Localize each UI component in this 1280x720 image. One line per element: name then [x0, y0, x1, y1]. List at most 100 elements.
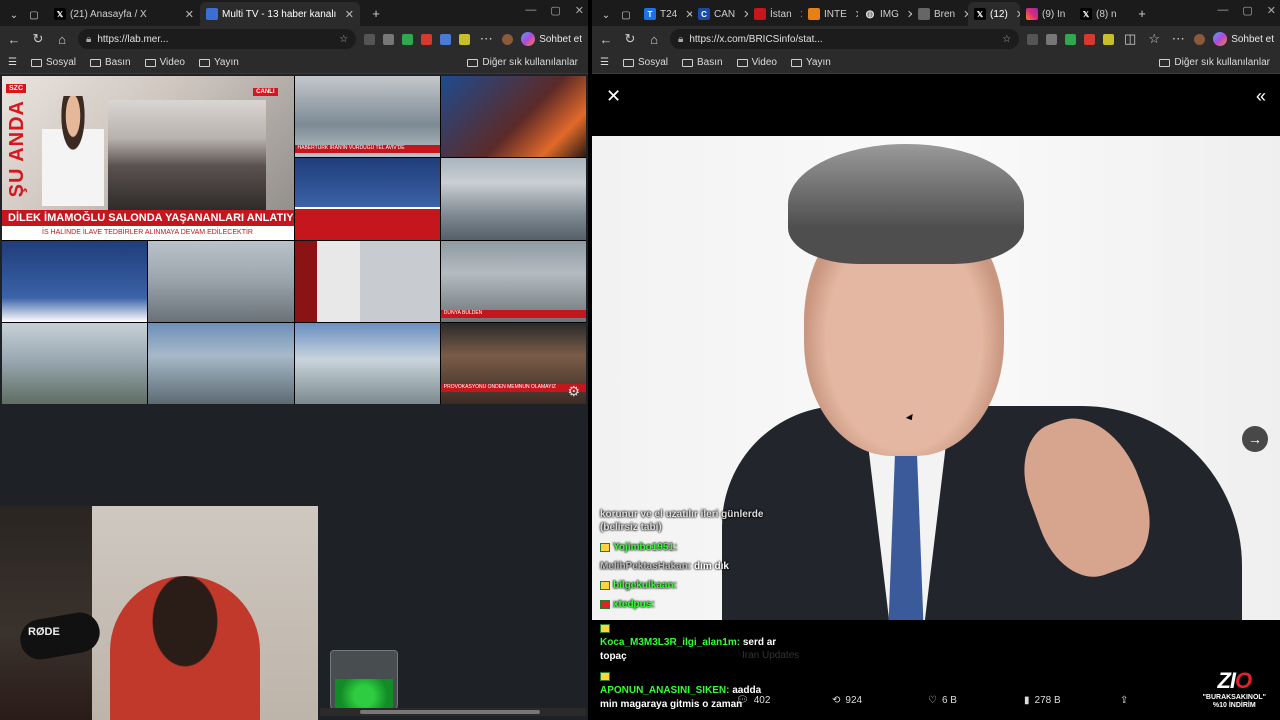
minimize-icon[interactable]: —	[525, 4, 536, 17]
close-window-icon[interactable]: ✕	[1267, 4, 1276, 17]
collapse-panel-icon[interactable]: «	[1256, 86, 1266, 107]
close-tab-icon[interactable]: ✕	[185, 8, 194, 21]
bookmark-folder-yayin[interactable]: Yayın	[790, 57, 831, 68]
more-icon[interactable]: ⋯	[478, 31, 494, 47]
extension-icon[interactable]	[1065, 33, 1077, 45]
chat-username: bilgekulkaan:	[613, 580, 677, 591]
tv-stream[interactable]: HABERTÜRK İRAN'IN VURDUĞU TEL AVİV'DE	[294, 76, 440, 158]
settings-gear-icon[interactable]: ⚙	[567, 383, 580, 400]
bookmark-label: Diğer sık kullanılanlar	[1174, 57, 1270, 68]
extension-icon[interactable]	[1046, 33, 1058, 45]
tv-stream[interactable]	[2, 322, 148, 404]
scrollbar-thumb[interactable]	[360, 710, 540, 714]
horizontal-scrollbar[interactable]	[320, 708, 586, 716]
tab-actions-icon[interactable]: ⌄	[6, 10, 22, 21]
extension-icon[interactable]	[383, 33, 395, 45]
address-bar[interactable]: 🔒︎ https://x.com/BRICSinfo/stat... ☆	[670, 29, 1020, 49]
live-badge: CANLI	[253, 88, 278, 96]
chat-badge-icon	[600, 599, 610, 609]
favorite-star-icon[interactable]: ☆	[1002, 34, 1011, 45]
repost-button[interactable]: ⟲ 924	[832, 695, 862, 706]
address-bar[interactable]: 🔒︎ https://lab.mer... ☆	[78, 29, 357, 49]
share-button[interactable]: ⇪	[1120, 695, 1128, 706]
bookmark-label: Basın	[696, 57, 723, 68]
home-icon[interactable]: ⌂	[646, 32, 662, 47]
tv-stream[interactable]: DÜNYA BÜLDEN	[440, 240, 586, 322]
tv-stream[interactable]	[440, 76, 586, 158]
refresh-icon[interactable]: ↻	[30, 31, 46, 47]
home-icon[interactable]: ⌂	[54, 32, 70, 47]
new-tab-icon[interactable]: +	[1134, 6, 1150, 21]
tv-main-stream[interactable]: SZC ŞU ANDA CANLI DİLEK İMAMOĞLU SALONDA…	[2, 76, 294, 240]
tab-home[interactable]: 𝕏 (21) Anasayfa / X ✕	[48, 2, 200, 26]
extension-icon[interactable]	[1027, 33, 1039, 45]
refresh-icon[interactable]: ↻	[622, 31, 638, 47]
favorites-icon[interactable]: ☆	[1146, 31, 1162, 47]
avatar[interactable]	[502, 33, 514, 45]
sohbet-label: Sohbet et	[539, 33, 582, 45]
tv-stream[interactable]	[440, 158, 586, 240]
tv-stream[interactable]	[148, 322, 294, 404]
minimize-icon[interactable]: —	[1217, 4, 1228, 17]
workspaces-icon[interactable]: ▢	[26, 10, 42, 21]
bookmark-folder-sosyal[interactable]: Sosyal	[30, 57, 76, 68]
tab-t24[interactable]: T T24 ✕	[638, 2, 692, 26]
close-tab-icon[interactable]: ✕	[685, 8, 692, 21]
tab-title: (12)	[990, 8, 1008, 20]
extension-icon[interactable]	[1084, 33, 1096, 45]
tab-istan[interactable]: İstan✕	[748, 2, 802, 26]
tab-x-active[interactable]: 𝕏(12)✕	[968, 2, 1020, 26]
tv-stream[interactable]	[294, 322, 440, 404]
sohbet-button[interactable]: Sohbet et	[1213, 32, 1274, 46]
tv-stream[interactable]	[148, 240, 294, 322]
bookmark-folder-basin[interactable]: Basın	[681, 57, 723, 68]
tv-stream[interactable]	[2, 240, 148, 322]
bookmarks-menu-icon[interactable]: ☰	[600, 57, 609, 68]
bookmark-folder-video[interactable]: Video	[736, 57, 777, 68]
other-favorites[interactable]: Diğer sık kullanılanlar	[467, 57, 578, 68]
bookmark-folder-basin[interactable]: Basın	[89, 57, 131, 68]
extension-icon[interactable]	[402, 33, 414, 45]
tab-multi-tv[interactable]: Multi TV - 13 haber kanalını aynı a ✕	[200, 2, 360, 26]
favorite-star-icon[interactable]: ☆	[339, 34, 348, 45]
views-button[interactable]: ▮ 278 B	[1024, 695, 1061, 706]
like-button[interactable]: ♡ 6 B	[928, 695, 957, 706]
tab-can[interactable]: C CAN ✕	[692, 2, 748, 26]
bookmark-folder-yayin[interactable]: Yayın	[198, 57, 239, 68]
tab-instagram[interactable]: (9) In✕	[1020, 2, 1074, 26]
split-screen-icon[interactable]: ◫	[1122, 31, 1138, 47]
stream-banner: PROVOKASYONU ÖNDEN MEMNUN OLAMAYIZ	[440, 384, 586, 392]
tv-stream[interactable]	[294, 240, 440, 322]
sohbet-button[interactable]: Sohbet et	[521, 32, 582, 46]
maximize-icon[interactable]: ▢	[1242, 4, 1252, 17]
extension-icon[interactable]	[421, 33, 433, 45]
extension-icon[interactable]	[364, 33, 376, 45]
extension-icon[interactable]	[1103, 33, 1115, 45]
reply-button[interactable]: 💬︎ 402	[736, 695, 770, 706]
tab-actions-icon[interactable]: ⌄	[598, 10, 614, 21]
close-tab-icon[interactable]: ✕	[1125, 8, 1126, 21]
extension-icon[interactable]	[440, 33, 452, 45]
workspaces-icon[interactable]: ▢	[618, 10, 634, 21]
maximize-icon[interactable]: ▢	[550, 4, 560, 17]
close-window-icon[interactable]: ✕	[575, 4, 584, 17]
more-icon[interactable]: ⋯	[1170, 31, 1186, 47]
bookmark-folder-video[interactable]: Video	[144, 57, 185, 68]
tab-img[interactable]: ◍ IMG ✕	[858, 2, 912, 26]
tab-x[interactable]: 𝕏 (8) n ✕	[1074, 2, 1126, 26]
tab-bren[interactable]: Bren ✕	[912, 2, 968, 26]
next-image-icon[interactable]: →	[1242, 426, 1268, 452]
bookmarks-menu-icon[interactable]: ☰	[8, 57, 17, 68]
bookmark-folder-sosyal[interactable]: Sosyal	[622, 57, 668, 68]
tv-stream[interactable]: PROVOKASYONU ÖNDEN MEMNUN OLAMAYIZ ⚙	[440, 322, 586, 404]
back-icon[interactable]: ←	[6, 32, 22, 47]
avatar[interactable]	[1194, 33, 1206, 45]
other-favorites[interactable]: Diğer sık kullanılanlar	[1159, 57, 1270, 68]
back-icon[interactable]: ←	[598, 32, 614, 47]
extension-icon[interactable]	[459, 33, 471, 45]
close-tab-icon[interactable]: ✕	[345, 8, 354, 21]
tv-stream[interactable]	[294, 158, 440, 240]
new-tab-icon[interactable]: +	[368, 6, 384, 21]
close-icon[interactable]: ✕	[606, 86, 621, 107]
tab-inte[interactable]: INTE✕	[802, 2, 858, 26]
